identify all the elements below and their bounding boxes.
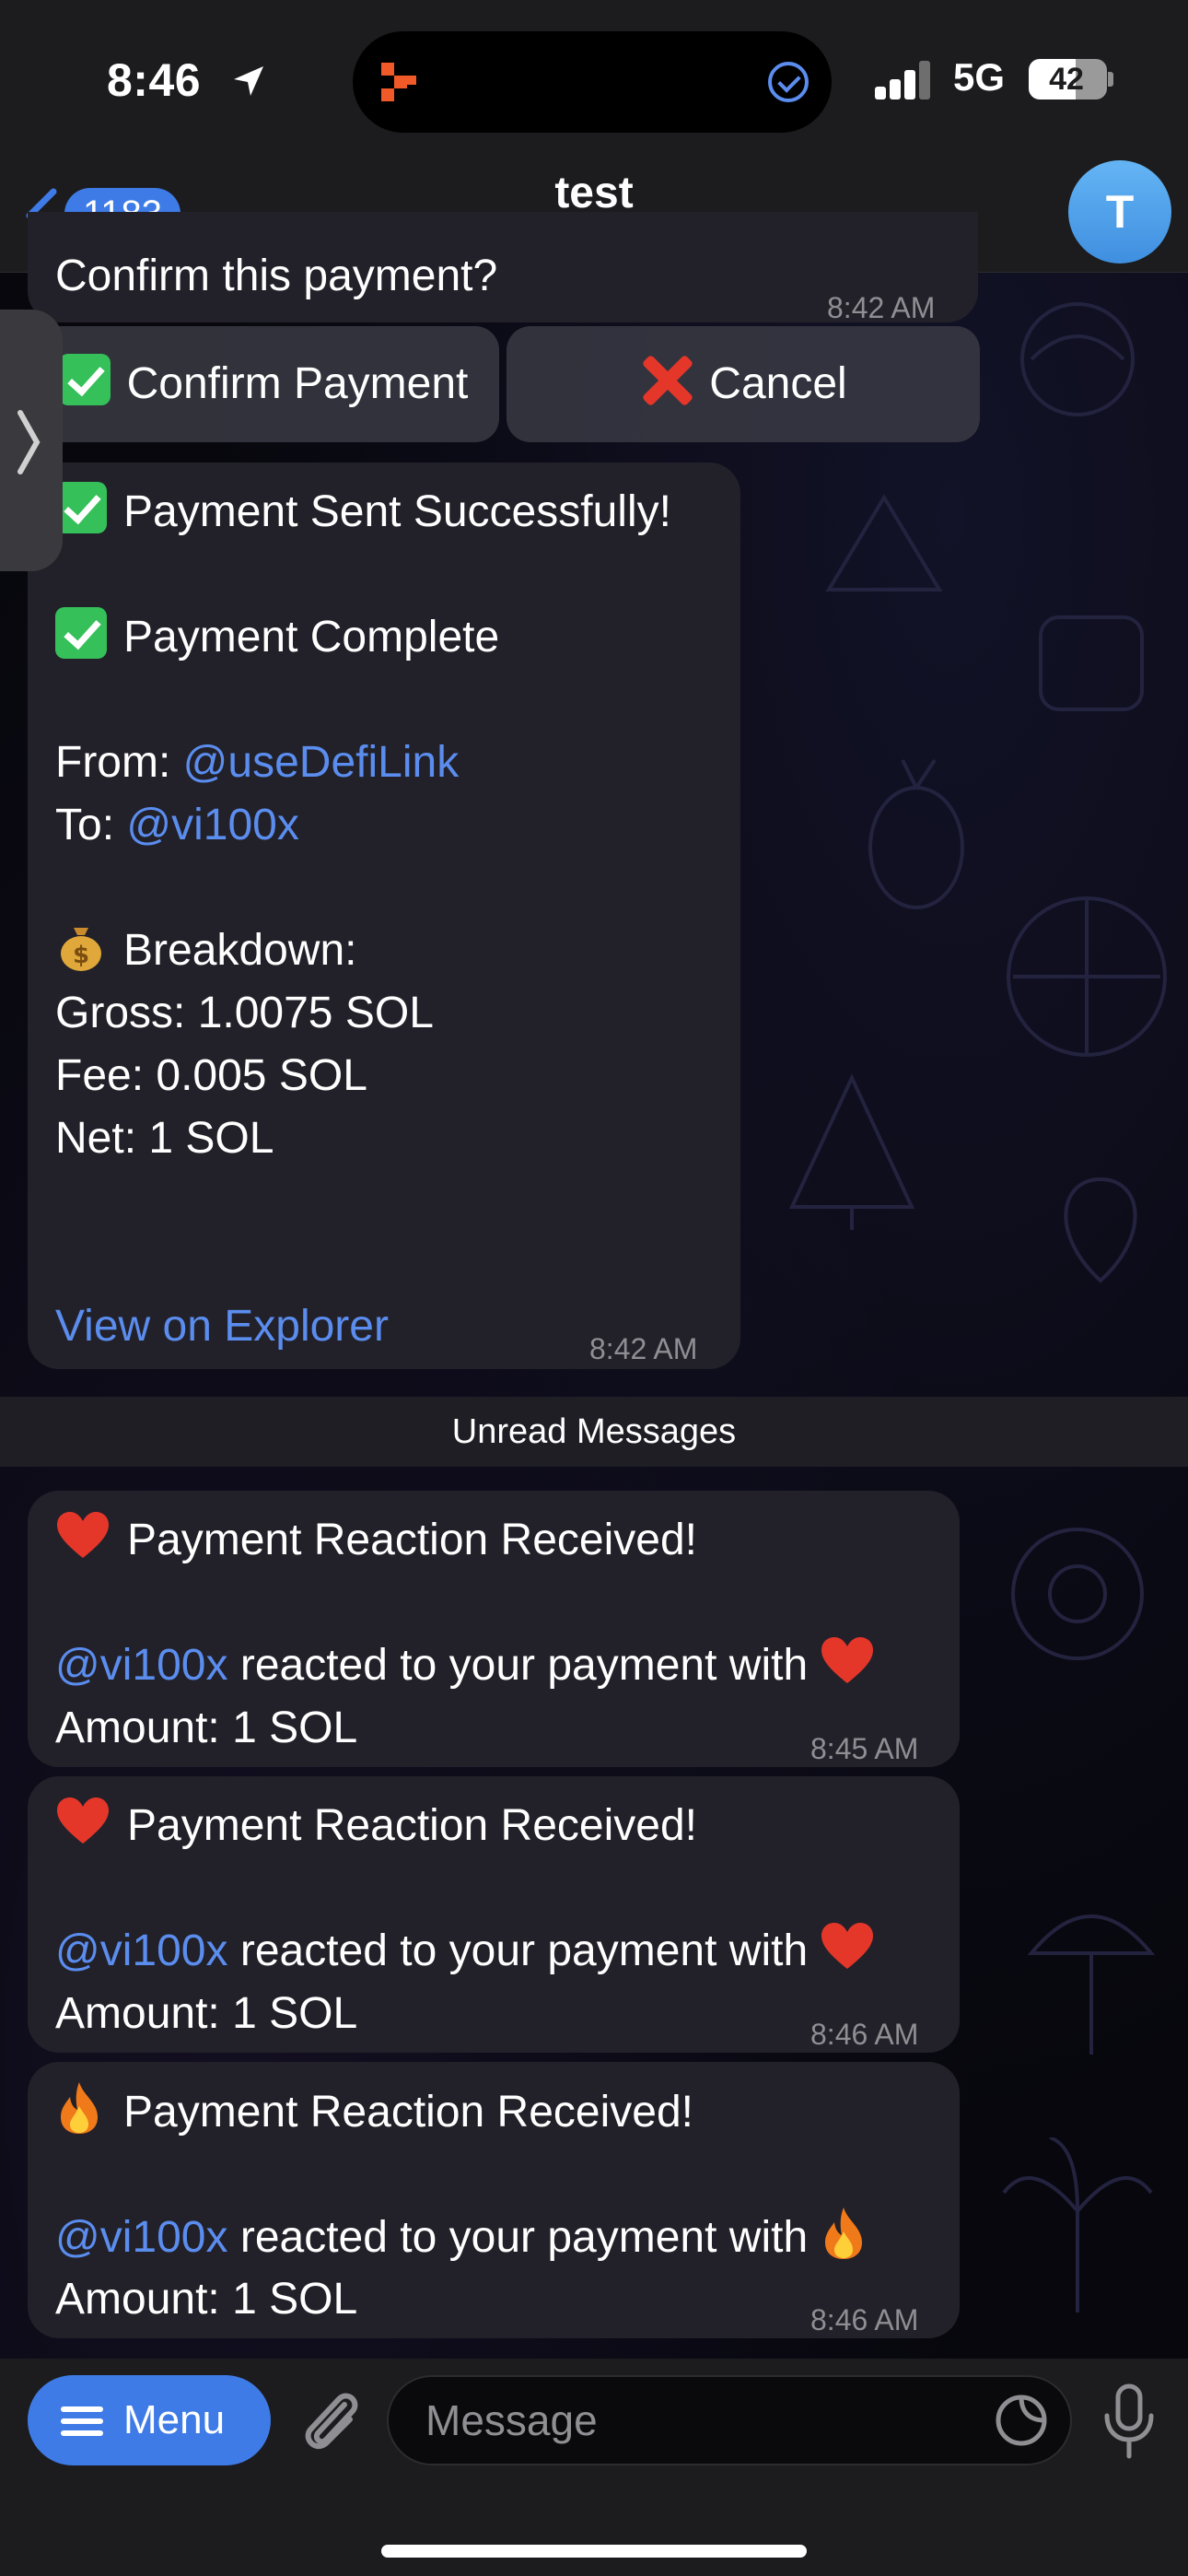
user-link[interactable]: @vi100x	[55, 2213, 227, 2262]
message-line: Payment Reaction Received!	[55, 1509, 697, 1572]
doodle-decoration	[1011, 1528, 1144, 1660]
check-mark-icon	[58, 354, 111, 405]
chevron-right-icon	[17, 410, 41, 474]
amount-text: Amount: 1 SOL	[55, 2275, 358, 2324]
success-title: Payment Sent Successfully!	[123, 487, 671, 536]
gross-amount: Gross: 1.0075 SOL	[55, 989, 434, 1037]
heart-icon	[821, 1923, 874, 1969]
doodle-decoration	[1039, 615, 1144, 711]
message-time: 8:45 AM	[810, 1732, 919, 1765]
dynamic-island	[353, 31, 832, 133]
side-panel-handle[interactable]	[0, 310, 63, 571]
message-bubble: Payment Reaction Received! @vi100x react…	[28, 1491, 960, 1767]
to-user-link[interactable]: @vi100x	[126, 801, 298, 849]
money-bag-icon: $	[61, 928, 101, 971]
message-line: From: @useDefiLink	[55, 732, 459, 794]
net-amount: Net: 1 SOL	[55, 1114, 274, 1163]
message-line: Payment Reaction Received!	[55, 2080, 693, 2144]
message-line: To: @vi100x	[55, 794, 299, 857]
battery-tip	[1108, 72, 1113, 87]
fire-icon	[61, 2082, 98, 2134]
message-bubble: Payment Reaction Received! @vi100x react…	[28, 2062, 960, 2338]
reaction-title: Payment Reaction Received!	[123, 2088, 693, 2137]
app-activity-icon	[381, 63, 416, 101]
message-line: Payment Reaction Received!	[55, 1795, 697, 1857]
message-text: Confirm this payment?	[55, 252, 498, 300]
menu-label: Menu	[123, 2397, 226, 2442]
cross-mark-icon	[639, 352, 694, 407]
message-line: Payment Sent Successfully!	[55, 481, 671, 544]
from-user-link[interactable]: @useDefiLink	[183, 738, 460, 787]
message-line: @vi100x reacted to your payment with	[55, 2206, 868, 2269]
from-label: From:	[55, 738, 171, 787]
message-input-bar: Menu Message	[0, 2359, 1188, 2576]
doodle-decoration	[1007, 896, 1167, 1057]
microphone-icon[interactable]	[1101, 2383, 1157, 2460]
message-time: 8:46 AM	[810, 2303, 919, 2336]
checkmark-circle-icon	[768, 62, 809, 102]
check-mark-icon	[55, 607, 107, 659]
message-line: @vi100x reacted to your payment with	[55, 1634, 875, 1697]
doodle-decoration	[868, 758, 964, 909]
to-label: To:	[55, 801, 115, 849]
hamburger-icon	[61, 2406, 103, 2436]
message-bubble: Payment Reaction Received! @vi100x react…	[28, 1776, 960, 2053]
message-line: $ Breakdown:	[55, 919, 356, 982]
amount-text: Amount: 1 SOL	[55, 1989, 358, 2038]
avatar[interactable]: T	[1068, 160, 1171, 263]
message-time: 8:42 AM	[589, 1332, 698, 1365]
doodle-decoration	[1002, 2137, 1153, 2313]
message-bubble: Payment Sent Successfully! Payment Compl…	[28, 463, 740, 1369]
reaction-text: reacted to your payment with	[239, 2213, 809, 2262]
menu-button[interactable]: Menu	[28, 2375, 271, 2465]
network-type: 5G	[953, 55, 1006, 99]
cancel-button[interactable]: Cancel	[507, 326, 980, 442]
view-on-explorer-link[interactable]: View on Explorer	[55, 1295, 389, 1358]
message-time: 8:46 AM	[810, 2018, 919, 2051]
user-link[interactable]: @vi100x	[55, 1926, 227, 1975]
fire-icon	[825, 2207, 863, 2259]
cancel-label: Cancel	[709, 359, 847, 408]
location-arrow-icon	[234, 66, 263, 96]
message-input[interactable]: Message	[387, 2375, 1072, 2465]
home-indicator[interactable]	[381, 2545, 807, 2558]
svg-text:$: $	[73, 942, 89, 969]
sticker-icon[interactable]	[995, 2394, 1048, 2447]
clock: 8:46	[107, 54, 202, 106]
heart-icon	[57, 1512, 109, 1558]
doodle-decoration	[1027, 1914, 1156, 2055]
doodle-decoration	[1064, 1177, 1137, 1283]
status-bar: 8:46 5G 42	[0, 0, 1188, 166]
battery-level: 42	[1049, 62, 1084, 97]
heart-icon	[821, 1637, 874, 1683]
reaction-title: Payment Reaction Received!	[127, 1801, 697, 1850]
reaction-title: Payment Reaction Received!	[127, 1516, 697, 1564]
confirm-payment-label: Confirm Payment	[126, 359, 469, 408]
battery-icon: 42	[1029, 59, 1107, 100]
fee-amount: Fee: 0.005 SOL	[55, 1051, 367, 1100]
doodle-decoration	[825, 494, 943, 591]
confirm-payment-button[interactable]: Confirm Payment	[28, 326, 499, 442]
message-line: @vi100x reacted to your payment with	[55, 1920, 875, 1983]
unread-messages-divider: Unread Messages	[0, 1397, 1188, 1467]
doodle-decoration	[788, 1073, 915, 1230]
message-line: Payment Complete	[55, 606, 499, 669]
doodle-decoration	[1020, 302, 1135, 416]
check-mark-icon	[55, 482, 107, 533]
amount-text: Amount: 1 SOL	[55, 1704, 358, 1752]
message-bubble: Confirm this payment? 8:42 AM	[28, 212, 978, 324]
breakdown-label: Breakdown:	[123, 926, 357, 975]
reaction-text: reacted to your payment with	[239, 1926, 809, 1975]
payment-complete-text: Payment Complete	[123, 613, 500, 662]
attachment-icon[interactable]	[297, 2384, 365, 2458]
cellular-signal-icon	[875, 61, 930, 100]
heart-icon	[57, 1797, 109, 1844]
user-link[interactable]: @vi100x	[55, 1641, 227, 1690]
reaction-text: reacted to your payment with	[239, 1641, 809, 1690]
